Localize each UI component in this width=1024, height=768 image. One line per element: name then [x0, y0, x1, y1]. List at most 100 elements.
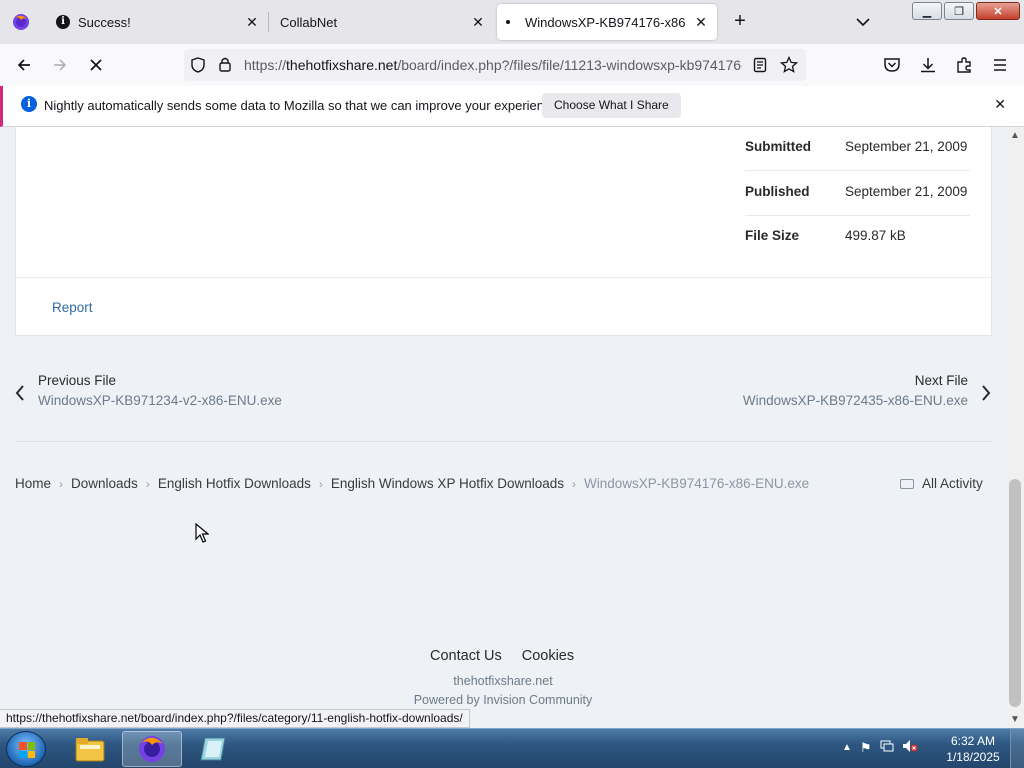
pocket-icon[interactable]: [880, 53, 904, 77]
close-icon[interactable]: ✕: [994, 96, 1006, 113]
chevron-left-icon[interactable]: [14, 384, 26, 408]
chevron-right-icon: ›: [145, 476, 150, 491]
app-icon: [200, 737, 226, 761]
windows-logo-icon: [19, 742, 35, 758]
footer-site-name: thehotfixshare.net: [453, 674, 553, 688]
taskbar-app[interactable]: [184, 731, 244, 767]
previous-file-link[interactable]: Previous File WindowsXP-KB971234-v2-x86-…: [38, 373, 282, 408]
page-content: Submitted September 21, 2009 Published S…: [0, 127, 1006, 710]
show-hidden-icons-icon[interactable]: ▲: [842, 742, 852, 753]
volume-muted-icon[interactable]: [902, 739, 918, 756]
tab-strip: i Success! ✕ CollabNet ✕ WindowsXP-KB974…: [0, 0, 1024, 44]
url-host: thehotfixshare.net: [286, 57, 398, 73]
tracking-shield-icon[interactable]: [190, 57, 206, 78]
info-row-published: Published September 21, 2009: [745, 172, 970, 216]
next-file-link[interactable]: Next File WindowsXP-KB972435-x86-ENU.exe: [743, 373, 968, 408]
close-tab-icon[interactable]: ✕: [470, 14, 486, 30]
info-key: Published: [745, 184, 810, 199]
all-activity-label: All Activity: [922, 476, 983, 491]
lock-icon[interactable]: [218, 56, 232, 78]
scroll-down-arrow-icon[interactable]: ▼: [1006, 711, 1024, 728]
taskbar-explorer[interactable]: [60, 731, 120, 767]
show-desktop-button[interactable]: [1010, 729, 1024, 768]
tab-title: WindowsXP-KB974176-x86-ENU.exe: [525, 14, 685, 30]
restore-button[interactable]: ❐: [944, 2, 974, 20]
chevron-right-icon: ›: [318, 476, 323, 491]
info-value: 499.87 kB: [845, 228, 906, 243]
status-bar-url: https://thehotfixshare.net/board/index.p…: [0, 709, 470, 728]
chevron-right-icon[interactable]: [980, 384, 992, 408]
close-tab-icon[interactable]: ✕: [244, 14, 260, 30]
bookmark-star-icon[interactable]: [779, 55, 799, 79]
scroll-up-arrow-icon[interactable]: ▲: [1006, 127, 1024, 144]
url-path: /board/index.php?/files/file/11213-windo…: [397, 57, 742, 73]
divider: [15, 441, 992, 442]
system-tray: ▲ ⚑: [842, 739, 918, 756]
folder-icon: [75, 738, 105, 762]
extensions-icon[interactable]: [952, 53, 976, 77]
breadcrumb: Home › Downloads › English Hotfix Downlo…: [15, 476, 809, 491]
close-window-button[interactable]: ✕: [976, 2, 1020, 20]
previous-file-label: Previous File: [38, 373, 117, 388]
contact-us-link[interactable]: Contact Us: [430, 648, 502, 664]
breadcrumb-english-windows-xp-hotfix-downloads[interactable]: English Windows XP Hotfix Downloads: [331, 476, 564, 491]
info-value: September 21, 2009: [845, 139, 968, 154]
downloads-icon[interactable]: [916, 53, 940, 77]
navigation-toolbar: https://thehotfixshare.net/board/index.p…: [0, 44, 1024, 86]
clock-time: 6:32 AM: [950, 734, 996, 748]
tab-success[interactable]: i Success! ✕: [44, 0, 268, 44]
breadcrumb-current: WindowsXP-KB974176-x86-ENU.exe: [584, 476, 810, 491]
action-center-flag-icon[interactable]: ⚑: [860, 740, 872, 756]
chevron-right-icon: ›: [59, 476, 64, 491]
next-file-name: WindowsXP-KB972435-x86-ENU.exe: [742, 393, 968, 408]
window-controls: ▁ ❐ ✕: [912, 2, 1020, 20]
report-link[interactable]: Report: [52, 300, 93, 315]
firefox-icon: [139, 736, 165, 762]
mouse-pointer-icon: [195, 522, 210, 548]
clock-date: 1/18/2025: [946, 750, 1000, 764]
url-text[interactable]: https://thehotfixshare.net/board/index.p…: [244, 57, 742, 73]
notification-message: Nightly automatically sends some data to…: [44, 98, 562, 113]
network-icon[interactable]: [880, 739, 894, 756]
close-tab-icon[interactable]: ✕: [693, 14, 709, 30]
new-tab-button[interactable]: +: [728, 11, 752, 33]
cookies-link[interactable]: Cookies: [522, 648, 574, 664]
info-key: Submitted: [745, 139, 811, 154]
info-key: File Size: [745, 228, 800, 243]
minimize-button[interactable]: ▁: [912, 2, 942, 20]
next-file-label: Next File: [914, 373, 968, 388]
footer-links: Contact Us Cookies: [430, 648, 574, 664]
taskbar-clock[interactable]: 6:32 AM 1/18/2025: [940, 733, 1006, 765]
reader-view-icon[interactable]: [753, 57, 767, 78]
info-icon: i: [21, 96, 37, 112]
url-bar[interactable]: https://thehotfixshare.net/board/index.p…: [184, 49, 806, 81]
activity-icon: [900, 478, 914, 489]
stop-loading-icon[interactable]: [84, 53, 108, 77]
taskbar-firefox[interactable]: [122, 731, 182, 767]
info-row-file-size: File Size 499.87 kB: [745, 216, 970, 260]
start-button[interactable]: [6, 731, 46, 767]
windows-taskbar: ▲ ⚑ 6:32 AM 1/18/2025: [0, 728, 1024, 768]
info-value: September 21, 2009: [845, 184, 968, 199]
breadcrumb-english-hotfix-downloads[interactable]: English Hotfix Downloads: [158, 476, 311, 491]
tab-title: Success!: [78, 14, 131, 30]
tab-title: CollabNet: [280, 14, 338, 30]
info-icon: i: [56, 15, 70, 29]
forward-arrow-icon[interactable]: [48, 53, 72, 77]
tab-hotfix-file[interactable]: WindowsXP-KB974176-x86-ENU.exe ✕: [497, 4, 717, 40]
breadcrumb-downloads[interactable]: Downloads: [71, 476, 138, 491]
page-scrollbar[interactable]: ▲ ▼: [1006, 127, 1024, 728]
choose-what-i-share-button[interactable]: Choose What I Share: [542, 93, 681, 118]
firefox-menu-icon[interactable]: [0, 0, 42, 44]
powered-by-link[interactable]: Powered by Invision Community: [0, 693, 1006, 707]
divider: [16, 277, 993, 278]
info-row-submitted: Submitted September 21, 2009: [745, 127, 970, 171]
hamburger-menu-icon[interactable]: [988, 53, 1012, 77]
back-arrow-icon[interactable]: [12, 53, 36, 77]
tab-collabnet[interactable]: CollabNet ✕: [270, 0, 494, 44]
breadcrumb-home[interactable]: Home: [15, 476, 51, 491]
list-all-tabs-button[interactable]: [852, 12, 874, 32]
all-activity-link[interactable]: All Activity: [900, 476, 983, 491]
scrollbar-thumb[interactable]: [1009, 479, 1021, 707]
file-details-card: Submitted September 21, 2009 Published S…: [15, 127, 993, 336]
